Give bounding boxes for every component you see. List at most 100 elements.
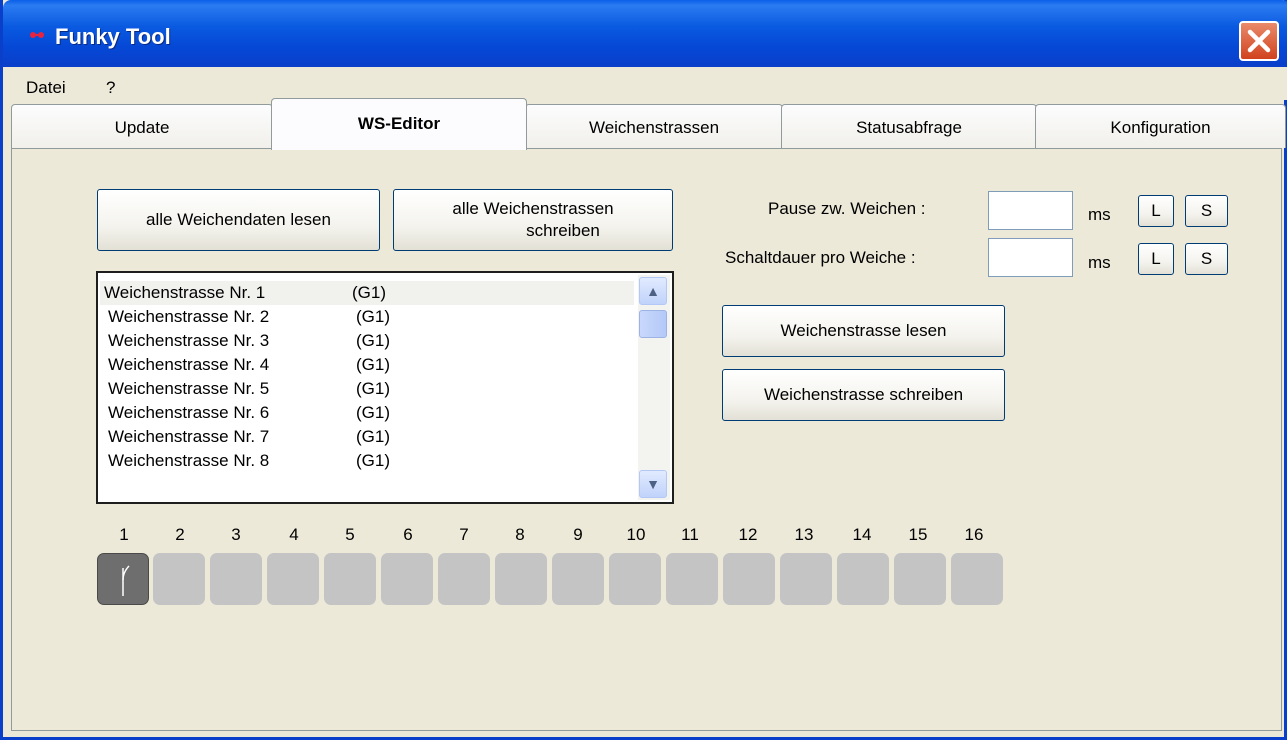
tab-strip: Update WS-Editor Weichenstrassen Statusa… [11, 98, 1286, 152]
route-name: Weichenstrasse Nr. 5 [108, 379, 270, 398]
switch-number: 13 [794, 525, 814, 544]
route-group: (G1) [356, 379, 390, 398]
switch-number: 12 [738, 525, 758, 544]
pause-load-label: L [1151, 201, 1161, 220]
switch-number: 3 [231, 525, 241, 544]
list-item[interactable]: Weichenstrasse Nr. 2 (G1) [104, 305, 634, 329]
route-group: (G1) [356, 403, 390, 422]
list-item[interactable]: Weichenstrasse Nr. 5 (G1) [104, 377, 634, 401]
list-item[interactable]: Weichenstrasse Nr. 6 (G1) [104, 401, 634, 425]
route-list[interactable]: Weichenstrasse Nr. 1 (G1) Weichenstrasse… [96, 271, 674, 504]
switch-slot[interactable] [381, 553, 433, 605]
list-item[interactable]: Weichenstrasse Nr. 8 (G1) [104, 449, 634, 473]
switch-slot[interactable] [951, 553, 1003, 605]
read-all-label: alle Weichendaten lesen [146, 210, 331, 229]
title-bar[interactable]: Funky Tool [3, 0, 1287, 67]
tab-konfiguration[interactable]: Konfiguration [1035, 104, 1286, 148]
scroll-up-button[interactable]: ▲ [639, 277, 667, 305]
write-all-button[interactable]: alle Weichenstrassen schreiben [393, 189, 673, 251]
pause-save-label: S [1200, 201, 1213, 220]
route-name: Weichenstrasse Nr. 7 [108, 427, 270, 446]
app-icon [30, 32, 44, 38]
switch-slot[interactable] [837, 553, 889, 605]
switch-slot[interactable] [267, 553, 319, 605]
read-route-button[interactable]: Weichenstrasse lesen [722, 305, 1005, 357]
route-name: Weichenstrasse Nr. 2 [108, 307, 270, 326]
switch-number: 14 [852, 525, 872, 544]
list-item[interactable]: Weichenstrasse Nr. 3 (G1) [104, 329, 634, 353]
app-window: Funky Tool Datei ? Update WS-Editor Weic… [0, 0, 1287, 740]
tab-ws-editor[interactable]: WS-Editor [271, 98, 527, 150]
switch-branch-icon [122, 565, 130, 596]
switch-number: 15 [908, 525, 928, 544]
duration-input[interactable] [988, 238, 1073, 277]
pause-save-button[interactable]: S [1185, 195, 1228, 227]
switch-slot[interactable] [210, 553, 262, 605]
scroll-down-button[interactable]: ▼ [639, 470, 667, 498]
scroll-thumb[interactable] [639, 310, 667, 338]
switch-number: 2 [175, 525, 185, 544]
switch-slot[interactable] [324, 553, 376, 605]
route-group: (G1) [356, 451, 390, 470]
switch-number: 5 [345, 525, 355, 544]
write-all-label-line2: schreiben [526, 221, 600, 240]
switch-slot[interactable] [552, 553, 604, 605]
duration-load-button[interactable]: L [1138, 243, 1174, 275]
write-route-button[interactable]: Weichenstrasse schreiben [722, 369, 1005, 421]
chevron-down-icon: ▼ [646, 476, 660, 492]
switch-slot[interactable] [153, 553, 205, 605]
pause-input[interactable] [988, 191, 1073, 230]
tab-weichenstrassen[interactable]: Weichenstrassen [525, 104, 783, 148]
tab-statusabfrage[interactable]: Statusabfrage [781, 104, 1037, 148]
list-item[interactable]: Weichenstrasse Nr. 4 (G1) [104, 353, 634, 377]
switch-slot[interactable] [723, 553, 775, 605]
switch-slot[interactable] [666, 553, 718, 605]
switch-number: 6 [403, 525, 413, 544]
switch-number: 11 [681, 525, 699, 544]
list-item[interactable]: Weichenstrasse Nr. 7 (G1) [104, 425, 634, 449]
switch-number: 16 [964, 525, 984, 544]
switch-slot[interactable] [609, 553, 661, 605]
menu-help[interactable]: ? [106, 78, 115, 98]
switch-slot[interactable] [780, 553, 832, 605]
window-title: Funky Tool [55, 24, 171, 49]
switch-number: 1 [119, 525, 129, 544]
pause-unit: ms [1088, 205, 1111, 224]
switch-slot[interactable] [495, 553, 547, 605]
switch-number: 7 [459, 525, 469, 544]
switch-number: 10 [626, 525, 646, 544]
duration-load-label: L [1151, 249, 1161, 268]
tab-update[interactable]: Update [11, 104, 273, 148]
route-group: (G1) [356, 331, 390, 350]
menu-bar: Datei ? [6, 67, 1287, 100]
route-name: Weichenstrasse Nr. 1 [104, 283, 266, 302]
chevron-up-icon: ▲ [646, 283, 660, 299]
switch-slot[interactable] [97, 553, 149, 605]
route-group: (G1) [352, 283, 386, 302]
list-scrollbar[interactable]: ▲ ▼ [638, 275, 670, 500]
write-all-label-line1: alle Weichenstrassen [452, 199, 614, 218]
write-route-label: Weichenstrasse schreiben [763, 385, 964, 404]
switch-slot[interactable] [438, 553, 490, 605]
route-name: Weichenstrasse Nr. 6 [108, 403, 270, 422]
close-icon [1247, 29, 1271, 53]
duration-label: Schaltdauer pro Weiche : [725, 248, 916, 267]
switch-slot[interactable] [894, 553, 946, 605]
route-group: (G1) [356, 307, 390, 326]
route-name: Weichenstrasse Nr. 3 [108, 331, 270, 350]
pause-load-button[interactable]: L [1138, 195, 1174, 227]
read-all-button[interactable]: alle Weichendaten lesen [97, 189, 380, 251]
route-name: Weichenstrasse Nr. 4 [108, 355, 270, 374]
duration-save-button[interactable]: S [1185, 243, 1228, 275]
pause-label: Pause zw. Weichen : [768, 199, 926, 218]
duration-save-label: S [1200, 249, 1213, 268]
switch-number: 4 [289, 525, 299, 544]
route-group: (G1) [356, 427, 390, 446]
duration-unit: ms [1088, 253, 1111, 272]
switch-number: 8 [515, 525, 525, 544]
route-name: Weichenstrasse Nr. 8 [108, 451, 270, 470]
list-item[interactable]: Weichenstrasse Nr. 1 (G1) [100, 281, 634, 305]
close-button[interactable] [1239, 21, 1279, 61]
menu-datei[interactable]: Datei [26, 78, 66, 98]
switch-number: 9 [573, 525, 583, 544]
